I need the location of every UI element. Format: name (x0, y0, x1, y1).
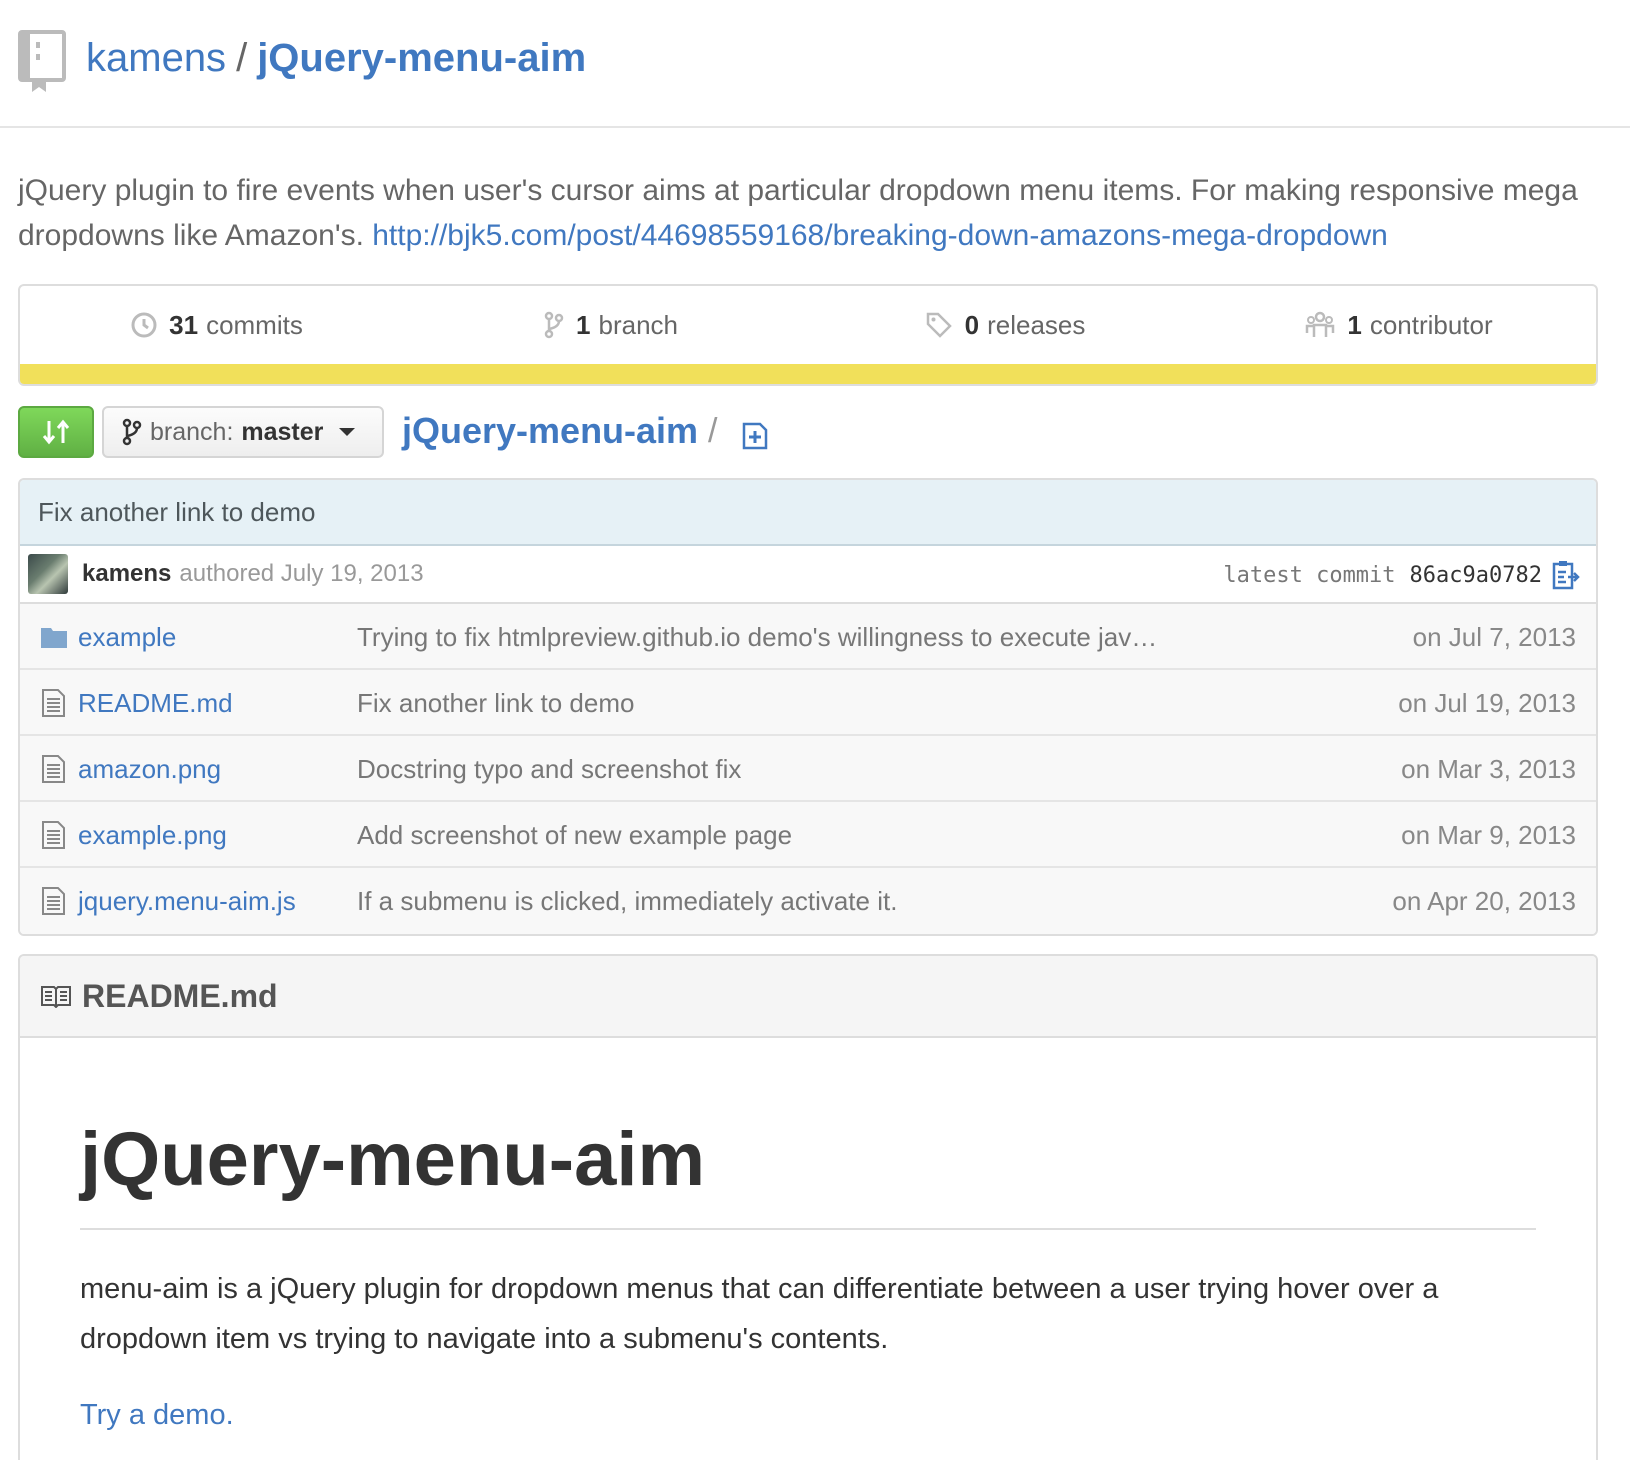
contributors-count: 1 (1347, 309, 1362, 340)
file-text-icon (42, 887, 65, 915)
releases-count: 0 (964, 309, 980, 340)
repo-icon (18, 30, 66, 92)
file-commit-message[interactable]: Trying to fix htmlpreview.github.io demo… (357, 604, 1157, 670)
releases-label: releases (987, 309, 1086, 340)
file-age: on Mar 3, 2013 (1401, 754, 1576, 784)
repo-homepage-link[interactable]: http://bjk5.com/post/44698559168/breakin… (372, 219, 1388, 252)
summary-branches[interactable]: 1 branch (414, 310, 808, 341)
file-age: on Jul 19, 2013 (1398, 688, 1576, 718)
avatar[interactable] (28, 554, 68, 594)
branch-prefix: branch: (150, 417, 234, 446)
readme-panel: README.md jQuery-menu-aim menu-aim is a … (18, 954, 1598, 1460)
readme-title: jQuery-menu-aim (80, 1110, 1536, 1230)
book-icon (41, 986, 71, 1008)
repo-header: kamens / jQuery-menu-aim (0, 0, 1630, 128)
compare-icon (42, 419, 70, 445)
file-text-icon (42, 689, 65, 717)
commit-sha-block: latest commit 86ac9a0782 (1223, 546, 1580, 604)
commit-author[interactable]: kamens (82, 560, 171, 588)
file-commit-message[interactable]: If a submenu is clicked, immediately act… (357, 868, 897, 934)
file-age: on Mar 9, 2013 (1401, 820, 1576, 850)
repo-title-separator: / (236, 36, 248, 80)
file-text-icon (42, 821, 65, 849)
language-bar[interactable] (20, 364, 1596, 384)
numbers-summary: 31 commits 1 branch 0 releases 1 contrib… (18, 284, 1598, 386)
commit-meta: kamens authored July 19, 2013 latest com… (20, 546, 1596, 604)
file-row: example.png Add screenshot of new exampl… (20, 802, 1596, 868)
clipboard-icon[interactable] (1552, 560, 1580, 590)
readme-header: README.md (20, 956, 1596, 1038)
file-commit-message[interactable]: Fix another link to demo (357, 670, 634, 736)
file-row: example Trying to fix htmlpreview.github… (20, 604, 1596, 670)
file-name-link[interactable]: example (78, 604, 176, 670)
file-age: on Jul 7, 2013 (1412, 622, 1576, 652)
commit-message[interactable]: Fix another link to demo (38, 497, 315, 528)
summary-contributors[interactable]: 1 contributor (1202, 310, 1596, 341)
branches-count: 1 (576, 309, 591, 340)
repo-title: kamens / jQuery-menu-aim (86, 34, 586, 82)
repo-name-link[interactable]: jQuery-menu-aim (257, 36, 586, 80)
tag-icon (926, 312, 952, 338)
readme-filename: README.md (82, 977, 278, 1014)
file-name-link[interactable]: example.png (78, 802, 227, 868)
file-table: Fix another link to demo kamens authored… (18, 478, 1598, 936)
file-commit-message[interactable]: Add screenshot of new example page (357, 802, 792, 868)
branch-icon (544, 311, 564, 339)
commits-label: commits (206, 309, 303, 340)
file-commit-message[interactable]: Docstring typo and screenshot fix (357, 736, 741, 802)
chevron-down-icon (339, 428, 356, 436)
history-icon (131, 312, 157, 338)
file-name-link[interactable]: amazon.png (78, 736, 221, 802)
summary-releases[interactable]: 0 releases (808, 310, 1202, 341)
folder-icon (41, 628, 67, 648)
new-file-icon[interactable] (742, 422, 768, 450)
file-text-icon (42, 755, 65, 783)
commit-sha[interactable]: 86ac9a0782 (1410, 563, 1542, 588)
file-navigation: branch: master jQuery-menu-aim / (18, 406, 1598, 458)
branch-icon (122, 418, 142, 446)
file-name-link[interactable]: jquery.menu-aim.js (78, 868, 296, 934)
commits-count: 31 (169, 309, 199, 340)
readme-body: jQuery-menu-aim menu-aim is a jQuery plu… (20, 1110, 1596, 1440)
compare-button[interactable] (18, 406, 94, 458)
branch-select-button[interactable]: branch: master (102, 406, 384, 458)
file-row: jquery.menu-aim.js If a submenu is click… (20, 868, 1596, 934)
contributors-label: contributor (1369, 309, 1493, 340)
organization-icon (1306, 311, 1335, 337)
summary-commits[interactable]: 31 commits (20, 310, 414, 341)
latest-commit-label: latest commit (1223, 562, 1396, 588)
file-name-link[interactable]: README.md (78, 670, 233, 736)
breadcrumb-separator: / (708, 412, 718, 450)
breadcrumb-repo-link[interactable]: jQuery-menu-aim (402, 408, 698, 454)
repo-description: jQuery plugin to fire events when user's… (18, 168, 1608, 258)
commit-title: Fix another link to demo (20, 480, 1596, 546)
readme-demo-link[interactable]: Try a demo. (80, 1390, 1536, 1440)
file-row: amazon.png Docstring typo and screenshot… (20, 736, 1596, 802)
branches-label: branch (598, 309, 678, 340)
commit-date: authored July 19, 2013 (179, 560, 424, 587)
readme-paragraph: menu-aim is a jQuery plugin for dropdown… (80, 1273, 1439, 1355)
file-row: README.md Fix another link to demo on Ju… (20, 670, 1596, 736)
file-age: on Apr 20, 2013 (1392, 886, 1576, 916)
repo-owner-link[interactable]: kamens (86, 36, 226, 80)
branch-name: master (241, 417, 324, 446)
